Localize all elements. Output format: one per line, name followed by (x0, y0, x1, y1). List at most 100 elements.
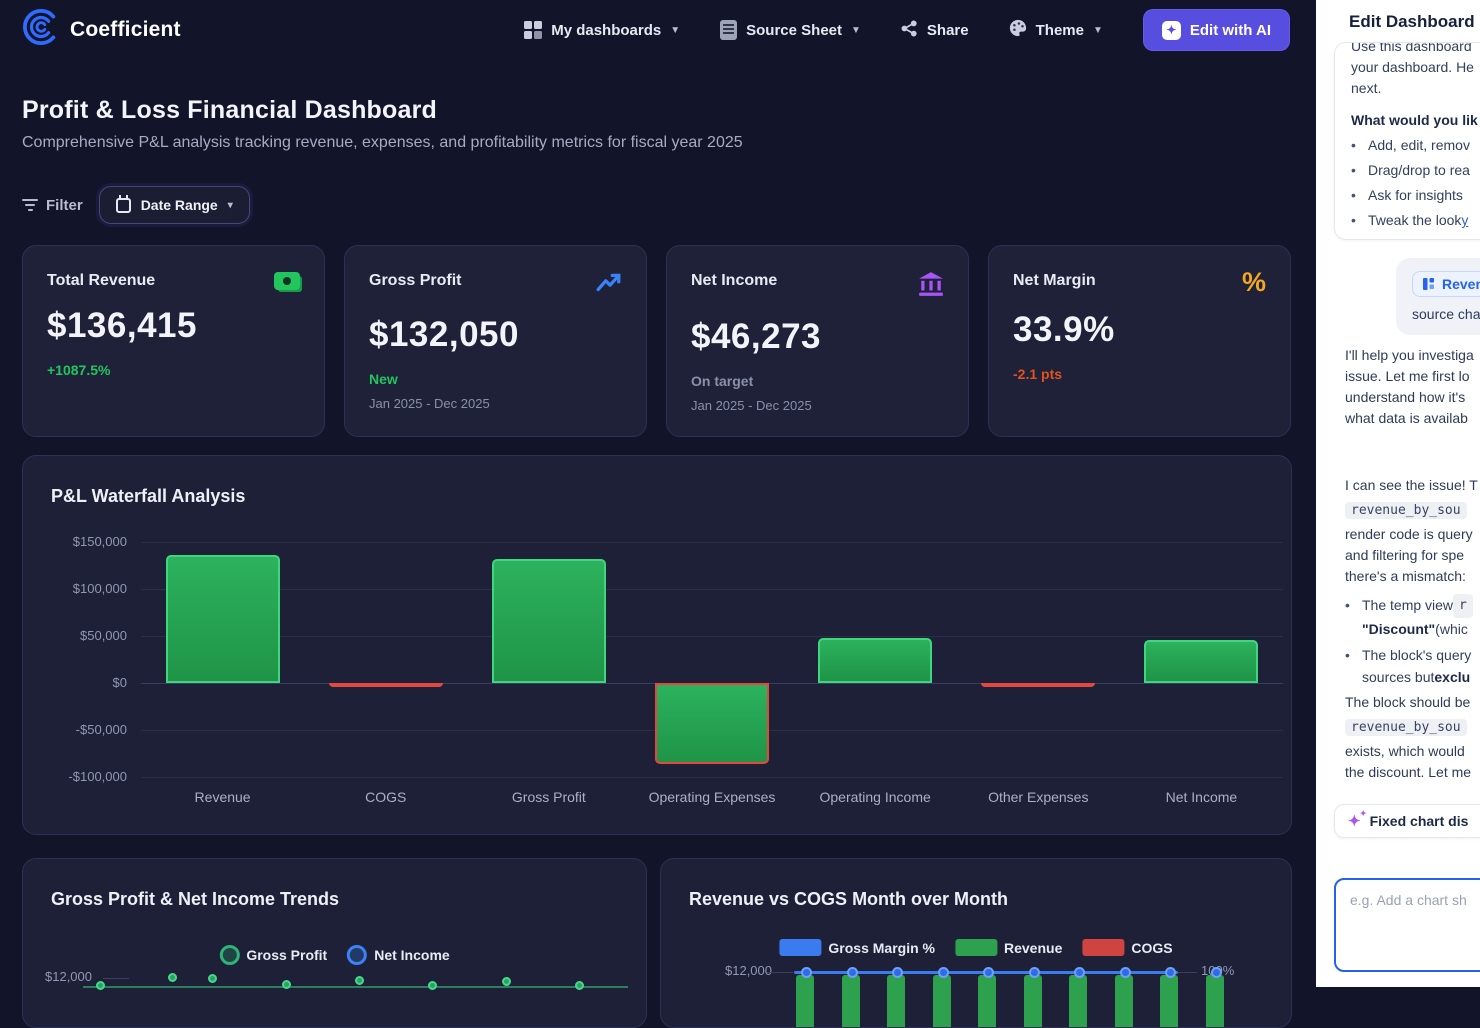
trends-data-point (282, 980, 291, 989)
action-chip-label: Fixed chart dis (1370, 813, 1469, 829)
trends-data-point (355, 976, 364, 985)
revenue-bar-cropped (1160, 975, 1178, 1028)
intro-bullet: •Tweak the look y (1351, 208, 1480, 233)
trends-line-segment (83, 986, 628, 988)
x-axis-label: COGS (304, 789, 467, 805)
gross-margin-point (847, 967, 858, 978)
filter-toggle[interactable]: Filter (22, 196, 83, 214)
gridline (141, 636, 1283, 637)
trends-data-point (168, 973, 177, 982)
nav-item-theme[interactable]: Theme ▼ (1009, 19, 1103, 41)
gridline (141, 777, 1283, 778)
kpi-card-net-margin: Net Margin % 33.9% -2.1 pts (988, 245, 1291, 437)
intro-line: next. (1351, 78, 1480, 99)
code-chip: r (1453, 594, 1473, 618)
calendar-icon (116, 198, 131, 213)
intro-bullet-link[interactable]: y (1461, 208, 1468, 233)
legend-gross-margin[interactable]: Gross Margin % (779, 939, 935, 956)
trend-up-icon (596, 272, 622, 299)
waterfall-bar[interactable] (655, 683, 769, 764)
chat-prompt-input[interactable] (1334, 878, 1480, 972)
y-tick-label: $150,000 (27, 534, 127, 549)
legend-cogs[interactable]: COGS (1082, 939, 1172, 956)
x-axis-label: Net Income (1120, 789, 1283, 805)
kpi-card-gross-profit: Gross Profit $132,050 New Jan 2025 - Dec… (344, 245, 647, 437)
sheet-icon (720, 20, 737, 40)
trends-data-point (96, 981, 105, 990)
waterfall-bar[interactable] (818, 638, 932, 683)
kpi-title: Gross Profit (369, 272, 461, 290)
y-tick-label: $0 (27, 675, 127, 690)
legend-label: Gross Profit (246, 947, 327, 963)
legend-revenue[interactable]: Revenue (955, 939, 1062, 956)
waterfall-bar[interactable] (981, 683, 1095, 687)
waterfall-bar[interactable] (329, 683, 443, 687)
trends-axis-tickline (103, 978, 129, 979)
percent-icon: % (1242, 272, 1266, 294)
fixed-chart-action-chip[interactable]: ✦ Fixed chart dis (1334, 804, 1480, 838)
trends-data-point (575, 981, 584, 990)
edit-dashboard-panel: Edit Dashboard Use this dashboard your d… (1316, 0, 1480, 987)
nav-label: Source Sheet (746, 22, 842, 39)
dashboards-grid-icon (524, 21, 542, 39)
cash-icon (274, 272, 300, 290)
gross-margin-legend-icon (779, 939, 821, 956)
gross-margin-point (1029, 967, 1040, 978)
legend-net-income[interactable]: Net Income (347, 945, 449, 965)
kpi-card-total-revenue: Total Revenue $136,415 +1087.5% (22, 245, 325, 437)
kpi-row: Total Revenue $136,415 +1087.5% Gross Pr… (22, 245, 1292, 437)
sidebar-title: Edit Dashboard (1349, 12, 1475, 32)
legend-label: COGS (1131, 940, 1172, 956)
gross-profit-legend-icon (219, 945, 239, 965)
trends-chart-card: Gross Profit & Net Income Trends Gross P… (22, 858, 647, 1028)
kpi-value: $46,273 (691, 317, 944, 357)
date-range-button[interactable]: Date Range ▾ (99, 186, 250, 224)
waterfall-bar[interactable] (1144, 640, 1258, 683)
y-tick-label: $50,000 (27, 628, 127, 643)
waterfall-bar[interactable] (166, 555, 280, 683)
chart-chip-icon (1423, 278, 1435, 290)
y-tick-label: -$100,000 (27, 769, 127, 784)
brand[interactable]: Coefficient (22, 8, 181, 52)
x-axis-label: Operating Expenses (630, 789, 793, 805)
net-income-legend-icon (347, 945, 367, 965)
revenue-bar-cropped (933, 975, 951, 1028)
gross-margin-point (1165, 967, 1176, 978)
coefficient-logo-icon (22, 8, 60, 52)
gridline (141, 542, 1283, 543)
nav-item-source-sheet[interactable]: Source Sheet ▼ (720, 20, 861, 40)
filter-icon (22, 196, 38, 214)
legend-gross-profit[interactable]: Gross Profit (219, 945, 327, 965)
x-axis-label: Gross Profit (467, 789, 630, 805)
share-icon (901, 20, 918, 41)
y-tick-label: -$50,000 (27, 722, 127, 737)
edit-with-ai-button[interactable]: ✦ Edit with AI (1143, 9, 1290, 51)
nav-label: Share (927, 22, 969, 39)
gross-margin-point (892, 967, 903, 978)
gross-margin-point (801, 967, 812, 978)
kpi-period: Jan 2025 - Dec 2025 (691, 398, 944, 413)
code-chip: revenue_by_sou (1345, 719, 1467, 736)
waterfall-bar[interactable] (492, 559, 606, 683)
nav-item-my-dashboards[interactable]: My dashboards ▼ (524, 21, 680, 39)
waterfall-chart-card: P&L Waterfall Analysis $150,000$100,000$… (22, 455, 1292, 835)
chevron-down-icon: ▼ (670, 25, 680, 36)
nav-item-share[interactable]: Share (901, 20, 969, 41)
x-axis-label: Other Expenses (957, 789, 1120, 805)
chevron-down-icon: ▼ (851, 25, 861, 36)
bank-icon (918, 272, 944, 301)
filter-label: Filter (46, 197, 83, 214)
kpi-value: 33.9% (1013, 310, 1266, 350)
gross-margin-point (1120, 967, 1131, 978)
revenue-bar-cropped (1069, 975, 1087, 1028)
revenue-chart-chip[interactable]: Revenu (1412, 271, 1480, 297)
gross-margin-point (1211, 967, 1222, 978)
revenue-cogs-legend: Gross Margin % Revenue COGS (779, 939, 1172, 956)
kpi-title: Total Revenue (47, 272, 155, 290)
gross-margin-point (1074, 967, 1085, 978)
user-message-text: source cha (1412, 306, 1480, 322)
date-range-label: Date Range (141, 197, 218, 213)
revenue-bar-cropped (887, 975, 905, 1028)
kpi-title: Net Income (691, 272, 777, 290)
intro-question: What would you lik (1351, 108, 1480, 133)
